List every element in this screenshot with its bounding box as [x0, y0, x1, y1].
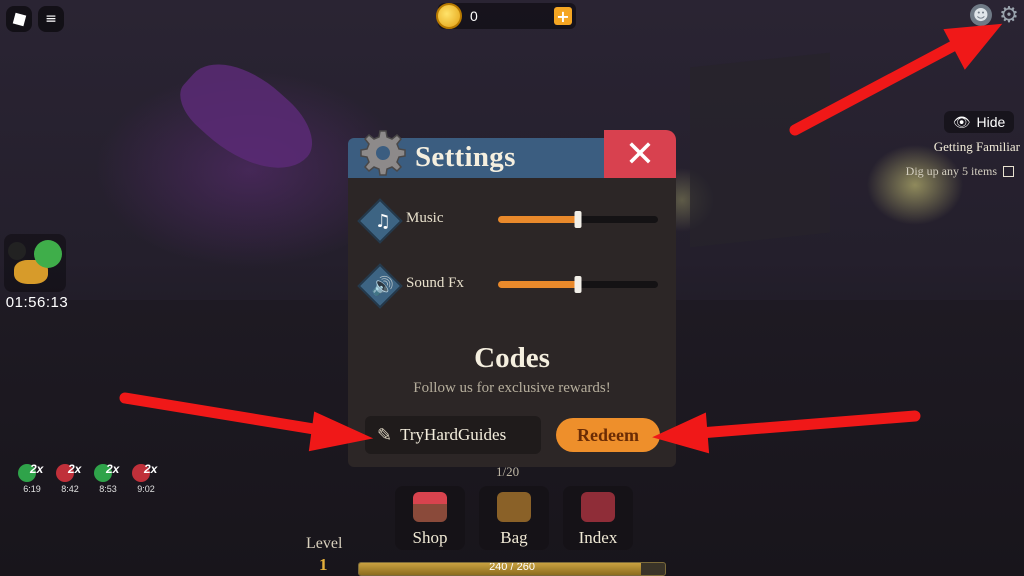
- music-note-icon: ♫: [374, 210, 392, 232]
- music-slider-knob[interactable]: [574, 211, 582, 228]
- quest-objective: Dig up any 5 items: [906, 164, 1014, 179]
- sound-fx-slider-fill: [498, 281, 578, 288]
- buff-timer: 6:19: [23, 484, 41, 494]
- code-input-value: TryHardGuides: [400, 425, 507, 444]
- hide-label: Hide: [976, 114, 1006, 130]
- level-label: Level: [306, 535, 343, 552]
- shop-icon: [413, 492, 447, 522]
- sound-fx-slider-knob[interactable]: [574, 276, 582, 293]
- quest-objective-text: Dig up any 5 items: [905, 164, 997, 178]
- gear-icon: [360, 130, 406, 176]
- quest-title: Getting Familiar: [933, 139, 1020, 154]
- code-input[interactable]: ✎ TryHardGuides: [365, 416, 541, 454]
- buff-multiplier: 2x: [144, 462, 158, 476]
- xp-text: 240 / 260: [489, 562, 535, 573]
- eye-icon: 👁: [952, 113, 971, 130]
- hamburger-menu-button[interactable]: ≡: [38, 6, 64, 32]
- bag-button[interactable]: Bag: [479, 486, 549, 550]
- checkbox-icon: [1003, 166, 1014, 177]
- index-button[interactable]: Index: [563, 486, 633, 550]
- coin-icon: [436, 3, 462, 29]
- purple-leaf-decoration: [169, 41, 327, 195]
- hotbar: Shop Bag Index: [395, 486, 633, 550]
- bag-label: Bag: [500, 528, 528, 547]
- shop-label: Shop: [412, 528, 448, 547]
- boost-bundle-icon: [4, 234, 66, 292]
- players-icon[interactable]: ☻: [970, 4, 992, 26]
- buff-multiplier: 2x: [106, 462, 120, 476]
- game-wall: [690, 52, 830, 248]
- buy-coins-button[interactable]: +: [554, 7, 572, 26]
- luck-boost[interactable]: 01:56:13: [4, 234, 70, 314]
- settings-title: Settings: [415, 141, 516, 173]
- music-label: Music: [406, 210, 444, 226]
- buff-item: 2x 8:53: [92, 462, 124, 494]
- buff-multiplier: 2x: [30, 462, 44, 476]
- sound-fx-slider[interactable]: [498, 276, 658, 293]
- xp-bar: 240 / 260: [358, 562, 666, 576]
- buff-timer: 9:02: [137, 484, 155, 494]
- codes-subtitle: Follow us for exclusive rewards!: [413, 380, 611, 396]
- active-buffs: 2x 6:19 2x 8:42 2x 8:53 2x 9:02: [16, 462, 162, 494]
- coin-counter: 0 +: [436, 3, 576, 29]
- bag-icon: [497, 492, 531, 522]
- roblox-menu-button[interactable]: [6, 6, 32, 32]
- music-row: ♫ Music: [357, 198, 662, 244]
- close-icon: ✕: [624, 133, 656, 175]
- close-button[interactable]: ✕: [604, 130, 676, 178]
- boost-timer: 01:56:13: [5, 294, 69, 311]
- buff-timer: 8:42: [61, 484, 79, 494]
- coin-value: 0: [470, 8, 478, 24]
- level-number: 1: [319, 555, 328, 574]
- pencil-icon: ✎: [377, 424, 393, 446]
- arrow-head-gear: [943, 23, 1003, 70]
- roblox-logo-icon: [12, 12, 26, 26]
- hamburger-icon: ≡: [45, 11, 57, 27]
- buff-item: 2x 8:42: [54, 462, 86, 494]
- shop-button[interactable]: Shop: [395, 486, 465, 550]
- gear-icon[interactable]: ⚙: [998, 3, 1020, 28]
- music-slider-fill: [498, 216, 578, 223]
- buff-item: 2x 6:19: [16, 462, 48, 494]
- hide-quests-button[interactable]: 👁 Hide: [944, 111, 1014, 133]
- music-slider[interactable]: [498, 211, 658, 228]
- sound-fx-label: Sound Fx: [406, 275, 464, 291]
- buff-item: 2x 9:02: [130, 462, 162, 494]
- index-label: Index: [578, 528, 618, 547]
- buff-multiplier: 2x: [68, 462, 82, 476]
- book-icon: [581, 492, 615, 522]
- top-right-icons: ☻ ⚙: [970, 3, 1020, 28]
- buff-timer: 8:53: [99, 484, 117, 494]
- sound-fx-row: 🔊 Sound Fx: [357, 263, 662, 309]
- codes-title: Codes: [474, 342, 550, 374]
- settings-panel: Settings ✕ ♫ Music 🔊 Sound Fx Codes Foll…: [348, 130, 678, 467]
- redeem-button[interactable]: Redeem: [556, 418, 660, 452]
- speaker-icon: 🔊: [371, 275, 395, 297]
